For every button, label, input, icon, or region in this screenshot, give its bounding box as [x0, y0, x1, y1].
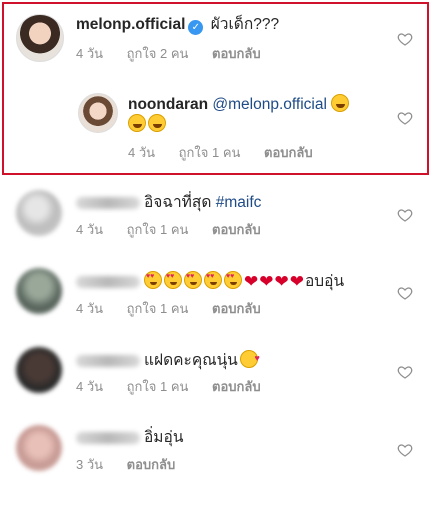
reply-button[interactable]: ตอบกลับ	[212, 222, 261, 237]
reply-button[interactable]: ตอบกลับ	[212, 301, 261, 316]
verified-badge-icon: ✓	[188, 20, 204, 35]
red-heart-icon: ❤	[274, 272, 289, 291]
comment-text-line: allseet❤❤❤❤อบอุ่น	[76, 271, 344, 292]
comment-likes[interactable]: ถูกใจ 1 คน	[127, 379, 189, 394]
hashtag-link[interactable]: #maifc	[216, 194, 262, 211]
heart-eyes-emoji-icon	[144, 271, 162, 289]
comment-emoji-line	[128, 114, 168, 135]
reply-button[interactable]: ตอบกลับ	[127, 457, 176, 472]
heart-outline-icon[interactable]	[397, 31, 413, 47]
reply-button[interactable]: ตอบกลับ	[212, 379, 261, 394]
comment-username[interactable]: noondaran	[128, 96, 208, 113]
avatar[interactable]	[16, 14, 64, 62]
laughing-emoji-icon	[128, 114, 146, 132]
comment-username[interactable]: melonp.official	[76, 16, 185, 33]
reply-button[interactable]: ตอบกลับ	[212, 46, 261, 61]
comment-time: 4 วัน	[76, 46, 104, 61]
heart-eyes-emoji-icon	[184, 271, 202, 289]
comment-time: 3 วัน	[76, 457, 104, 472]
comment-username[interactable]: amonkorngage	[76, 354, 140, 367]
comment-likes[interactable]: ถูกใจ 1 คน	[179, 145, 241, 160]
comment-meta: 4 วัน ถูกใจ 1 คน ตอบกลับ	[76, 379, 281, 395]
laughing-emoji-icon	[331, 94, 350, 112]
comment-username[interactable]: chaiheet	[76, 196, 140, 209]
avatar[interactable]	[16, 190, 62, 236]
comment-likes[interactable]: ถูกใจ 1 คน	[127, 222, 189, 237]
comment-text: อบอุ่น	[305, 273, 345, 290]
comment-time: 4 วัน	[76, 222, 104, 237]
heart-outline-icon[interactable]	[397, 442, 413, 458]
red-heart-icon: ❤	[244, 272, 259, 291]
kissing-heart-emoji-icon	[239, 348, 260, 368]
comment-username[interactable]: allseet	[76, 275, 140, 288]
laughing-emoji-icon	[148, 114, 166, 132]
comment-text-line: chaiheet อิจฉาที่สุด #maifc	[76, 193, 261, 213]
red-heart-icon: ❤	[289, 272, 304, 291]
comment-text-line: melonp.official ✓ ผัวเด็ก???	[76, 15, 279, 35]
heart-eyes-emoji-icon	[204, 271, 222, 289]
comment-time: 4 วัน	[76, 301, 104, 316]
comment-username[interactable]: lawandsonna	[76, 431, 140, 444]
comment-meta: 3 วัน ตอบกลับ	[76, 457, 195, 473]
red-heart-icon: ❤	[259, 272, 274, 291]
comment-meta: 4 วัน ถูกใจ 2 คน ตอบกลับ	[76, 46, 281, 62]
comment-text: ผัวเด็ก???	[210, 16, 280, 33]
comment-text: แฝดคะคุณนุ่น	[144, 352, 238, 369]
heart-outline-icon[interactable]	[397, 364, 413, 380]
comment-meta: 4 วัน ถูกใจ 1 คน ตอบกลับ	[76, 222, 281, 238]
comment-text-line: lawandsonna อิ่มอุ่น	[76, 428, 183, 448]
avatar[interactable]	[16, 425, 62, 471]
heart-eyes-emoji-icon	[164, 271, 182, 289]
heart-outline-icon[interactable]	[397, 207, 413, 223]
comment-text-line: noondaran @melonp.official	[128, 94, 351, 115]
reply-button[interactable]: ตอบกลับ	[264, 145, 313, 160]
heart-eyes-emoji-icon	[224, 271, 242, 289]
comment-text-line: amonkorngage แฝดคะคุณนุ่น	[76, 348, 260, 371]
comment-time: 4 วัน	[128, 145, 156, 160]
heart-outline-icon[interactable]	[397, 110, 413, 126]
comment-likes[interactable]: ถูกใจ 2 คน	[127, 46, 189, 61]
comment-text: อิจฉาที่สุด	[144, 194, 212, 211]
comment-likes[interactable]: ถูกใจ 1 คน	[127, 301, 189, 316]
comment-meta: 4 วัน ถูกใจ 1 คน ตอบกลับ	[128, 145, 333, 161]
comment-text: อิ่มอุ่น	[144, 429, 184, 446]
avatar[interactable]	[16, 347, 62, 393]
heart-outline-icon[interactable]	[397, 285, 413, 301]
avatar[interactable]	[78, 93, 118, 133]
avatar[interactable]	[16, 268, 62, 314]
comment-meta: 4 วัน ถูกใจ 1 คน ตอบกลับ	[76, 301, 281, 317]
comment-time: 4 วัน	[76, 379, 104, 394]
mention-link[interactable]: @melonp.official	[212, 96, 327, 113]
